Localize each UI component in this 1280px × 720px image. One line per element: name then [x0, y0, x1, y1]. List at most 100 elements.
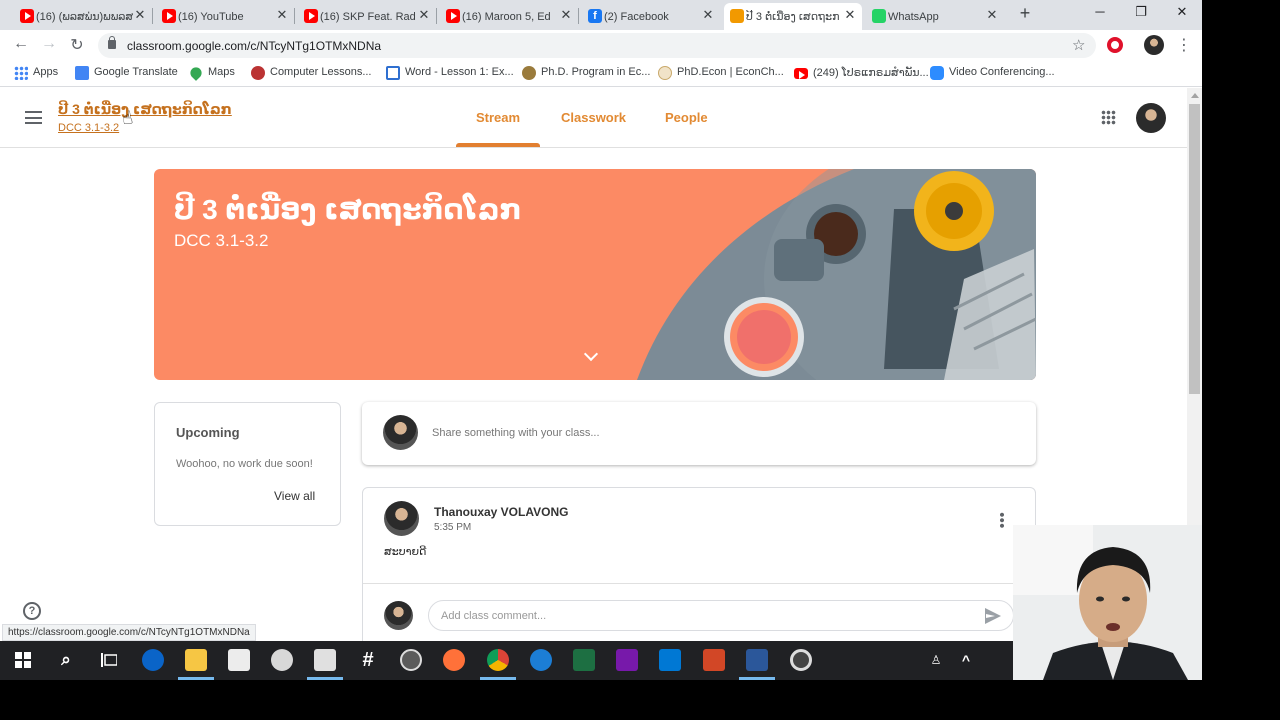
bookmark-phd-econ[interactable]: PhD.Econ | EconCh... — [658, 66, 784, 80]
more-options-icon[interactable] — [999, 512, 1005, 528]
close-window-button[interactable]: ✕ — [1172, 4, 1192, 20]
browser-tab-strip: (16) (ພລສພ່ນ)ພພລສ ✕ (16) YouTube ✕ (16) … — [0, 0, 1202, 30]
bookmark-google-translate[interactable]: Google Translate — [75, 66, 178, 80]
onenote-icon[interactable] — [616, 649, 638, 671]
maps-pin-icon — [188, 65, 204, 81]
search-icon[interactable]: ⌕ — [55, 649, 77, 671]
excel-icon[interactable] — [573, 649, 595, 671]
firefox-icon[interactable] — [443, 649, 465, 671]
media-player-icon[interactable] — [790, 649, 812, 671]
tab-stream[interactable]: Stream — [476, 110, 520, 125]
bookmark-word-lesson[interactable]: Word - Lesson 1: Ex... — [386, 66, 514, 80]
tab-separator — [436, 8, 437, 24]
screen: (16) (ພລສພ່ນ)ພພລສ ✕ (16) YouTube ✕ (16) … — [0, 0, 1202, 680]
browser-tab[interactable]: (16) YouTube ✕ — [156, 3, 294, 30]
calculator-icon[interactable] — [314, 649, 336, 671]
task-view-icon[interactable] — [98, 649, 120, 671]
active-app-indicator — [178, 677, 214, 680]
share-box[interactable]: Share something with your class... — [362, 402, 1036, 465]
help-icon[interactable]: ? — [23, 602, 41, 620]
send-icon[interactable] — [985, 608, 1001, 624]
document-icon — [386, 66, 400, 80]
browser-tab[interactable]: (16) (ພລສພ່ນ)ພພລສ ✕ — [14, 3, 152, 30]
active-app-indicator — [307, 677, 343, 680]
address-bar[interactable]: classroom.google.com/c/NTcyNTg1OTMxNDNa … — [98, 33, 1096, 58]
people-icon[interactable]: ♙ — [925, 649, 947, 671]
tab-people[interactable]: People — [665, 110, 708, 125]
bookmark-maps[interactable]: Maps — [188, 65, 235, 81]
stream-post: Thanouxay VOLAVONG 5:35 PM ສະບາຍດີ Add c… — [362, 487, 1036, 657]
outlook-icon[interactable] — [659, 649, 681, 671]
opera-extension-icon[interactable] — [1107, 37, 1123, 53]
close-tab-icon[interactable]: ✕ — [132, 7, 148, 23]
hamburger-menu-icon[interactable] — [25, 111, 42, 124]
account-avatar[interactable] — [1136, 103, 1166, 133]
forward-button[interactable]: → — [39, 35, 59, 53]
close-tab-icon[interactable]: ✕ — [700, 7, 716, 23]
internet-explorer-icon[interactable] — [530, 649, 552, 671]
post-time: 5:35 PM — [434, 522, 472, 533]
word-icon[interactable] — [746, 649, 768, 671]
scroll-up-arrow-icon[interactable] — [1191, 93, 1199, 98]
browser-toolbar: ← → ↻ classroom.google.com/c/NTcyNTg1OTM… — [0, 30, 1202, 60]
file-explorer-icon[interactable] — [185, 649, 207, 671]
tab-separator — [152, 8, 153, 24]
bookmark-video-conferencing[interactable]: Video Conferencing... — [930, 66, 1055, 80]
active-tab-indicator — [456, 143, 540, 147]
youtube-icon — [794, 68, 808, 79]
hashtag-app-icon[interactable]: # — [357, 649, 379, 671]
gcf-icon — [251, 66, 265, 80]
browser-menu-icon[interactable]: ⋮ — [1176, 35, 1192, 55]
browser-tab-active[interactable]: ປີ 3 ຕໍ່ເນື່ອງ ເສດຖະກ ✕ — [724, 3, 862, 30]
class-section-link[interactable]: DCC 3.1-3.2 — [58, 122, 119, 134]
avatar — [384, 601, 413, 630]
bookmark-apps[interactable]: Apps — [14, 66, 58, 80]
scroll-thumb[interactable] — [1189, 104, 1200, 394]
class-title-link[interactable]: ປີ 3 ຕໍ່ເນື່ອງ ເສດຖະກິດໂລກ — [58, 101, 232, 118]
bookmark-star-icon[interactable]: ☆ — [1072, 36, 1085, 54]
class-comment-input[interactable]: Add class comment... — [428, 600, 1014, 631]
close-tab-icon[interactable]: ✕ — [274, 7, 290, 23]
powerpoint-icon[interactable] — [703, 649, 725, 671]
tray-chevron-icon[interactable]: ^ — [955, 649, 977, 671]
edge-icon[interactable] — [142, 649, 164, 671]
clock-app-icon[interactable] — [271, 649, 293, 671]
store-icon[interactable] — [228, 649, 250, 671]
back-button[interactable]: ← — [11, 35, 31, 53]
tab-classwork[interactable]: Classwork — [561, 110, 626, 125]
lock-icon[interactable] — [108, 36, 116, 49]
status-bar-url: https://classroom.google.com/c/NTcyNTg1O… — [2, 624, 256, 641]
presenter-video-image — [1013, 525, 1202, 680]
youtube-icon — [162, 9, 176, 23]
bookmark-youtube-video[interactable]: (249) ໂປຣແກຣມສຳພັນ... — [794, 66, 929, 79]
browser-tab[interactable]: (16) Maroon 5, Ed ✕ — [440, 3, 578, 30]
url-text[interactable]: classroom.google.com/c/NTcyNTg1OTMxNDNa — [127, 39, 381, 53]
avatar — [383, 415, 418, 450]
share-placeholder[interactable]: Share something with your class... — [432, 427, 600, 439]
browser-tab[interactable]: (16) SKP Feat. Rad ✕ — [298, 3, 436, 30]
view-all-link[interactable]: View all — [274, 489, 315, 503]
youtube-icon — [304, 9, 318, 23]
bookmark-phd-program[interactable]: Ph.D. Program in Ec... — [522, 66, 650, 80]
close-tab-icon[interactable]: ✕ — [984, 7, 1000, 23]
close-tab-icon[interactable]: ✕ — [558, 7, 574, 23]
bookmark-computer-lessons[interactable]: Computer Lessons... — [251, 66, 372, 80]
close-tab-icon[interactable]: ✕ — [842, 7, 858, 23]
reload-button[interactable]: ↻ — [67, 35, 87, 55]
classroom-icon — [730, 9, 744, 23]
chrome-icon[interactable] — [487, 649, 509, 671]
close-tab-icon[interactable]: ✕ — [416, 7, 432, 23]
minimize-button[interactable]: ─ — [1090, 4, 1110, 19]
upcoming-card: Upcoming Woohoo, no work due soon! View … — [154, 402, 341, 526]
google-apps-icon[interactable] — [1101, 110, 1116, 125]
apps-grid-icon — [14, 66, 28, 80]
obs-icon[interactable] — [400, 649, 422, 671]
profile-avatar[interactable] — [1144, 35, 1164, 55]
banner-title[interactable]: ປີ 3 ຕໍ່ເນື່ອງ ເສດຖະກິດໂລກ — [174, 193, 522, 226]
zoom-icon — [930, 66, 944, 80]
new-tab-button[interactable]: + — [1014, 3, 1036, 24]
windows-start-icon[interactable] — [12, 649, 34, 671]
restore-button[interactable]: ❐ — [1131, 4, 1151, 20]
browser-tab[interactable]: f (2) Facebook ✕ — [582, 3, 720, 30]
browser-tab[interactable]: WhatsApp ✕ — [866, 3, 1004, 30]
